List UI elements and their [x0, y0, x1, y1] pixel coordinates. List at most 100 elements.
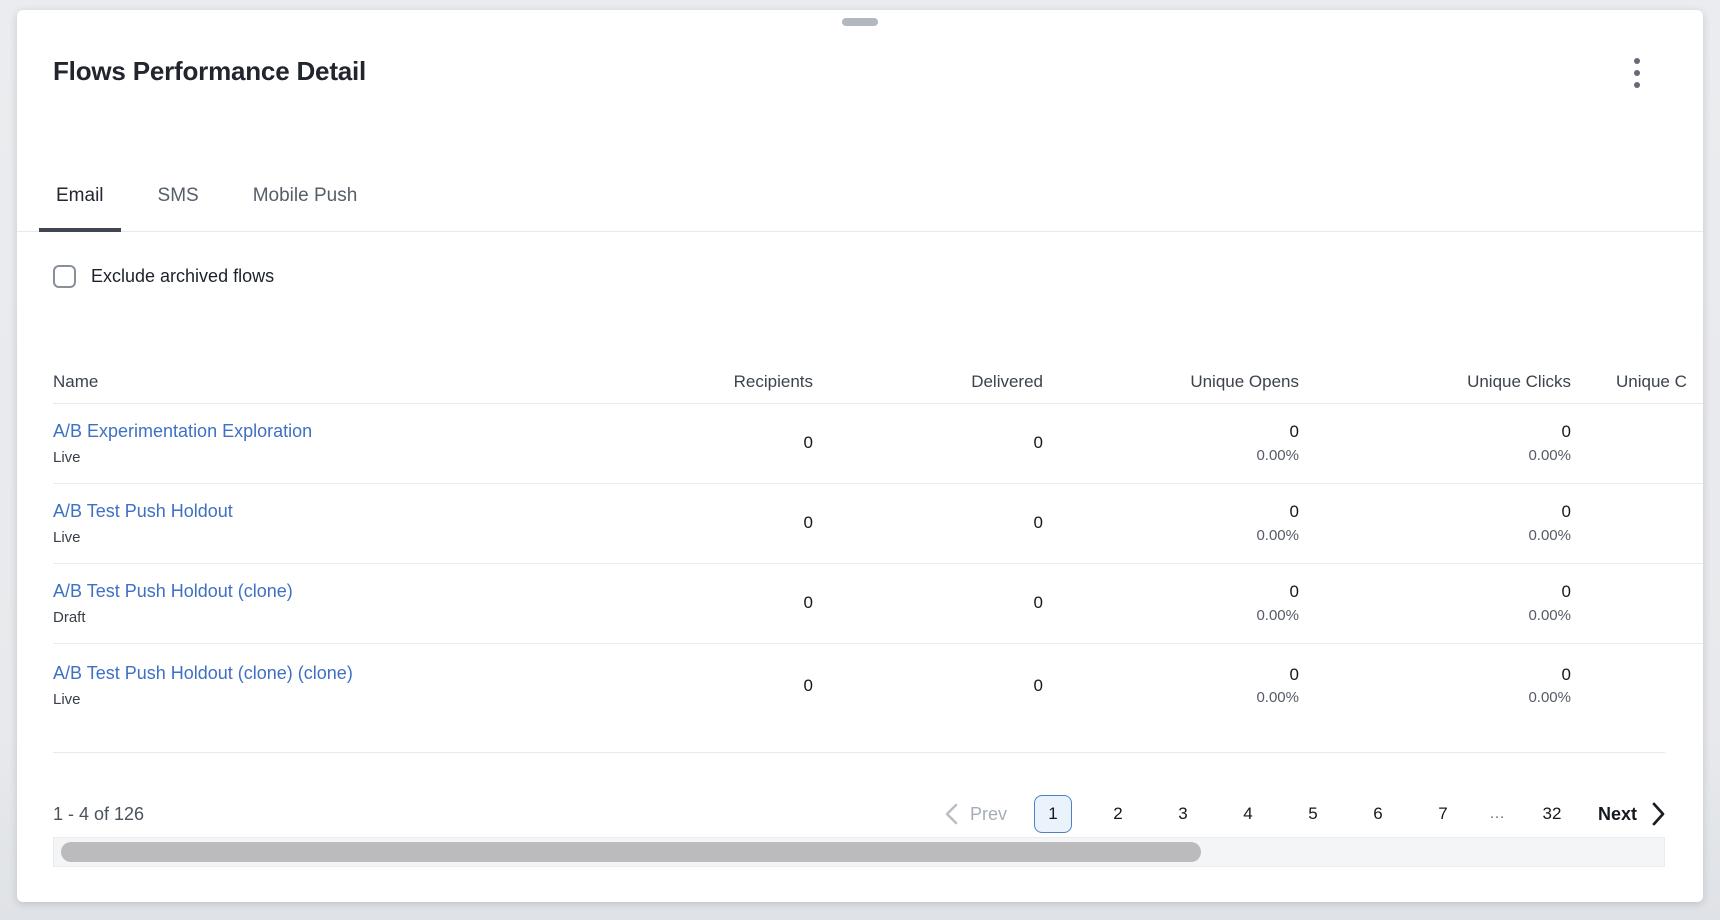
recipients-value: 0: [613, 431, 813, 456]
unique_opens-rate: 0.00%: [1043, 525, 1299, 547]
unique_clicks-value: 0: [1299, 580, 1571, 605]
chevron-left-icon: [945, 803, 958, 825]
table-row: A/B Test Push Holdout (clone)Draft0000.0…: [53, 564, 1703, 644]
recipients-cell: 0: [613, 644, 813, 728]
delivered-value: 0: [813, 431, 1043, 456]
unique_conversions-cell: [1571, 404, 1703, 483]
unique_clicks-value: 0: [1299, 663, 1571, 688]
pager-controls: Prev 1234567 … 32 Next: [945, 795, 1665, 833]
next-label: Next: [1598, 804, 1637, 825]
flow-status: Live: [53, 528, 613, 548]
delivered-cell: 0: [813, 644, 1043, 728]
flow-name-link[interactable]: A/B Test Push Holdout (clone) (clone): [53, 662, 353, 685]
page-ellipsis: …: [1489, 805, 1506, 823]
page-button-32[interactable]: 32: [1533, 795, 1571, 833]
page-button-4[interactable]: 4: [1229, 795, 1267, 833]
exclude-archived-checkbox[interactable]: [53, 265, 76, 288]
column-header-unique_conversions: Unique C: [1571, 360, 1703, 403]
flow-status: Draft: [53, 608, 613, 628]
unique_clicks-rate: 0.00%: [1299, 445, 1571, 467]
unique_clicks-cell: 00.00%: [1299, 404, 1571, 483]
column-header-name: Name: [53, 360, 613, 403]
channel-tabs: Email SMS Mobile Push: [17, 160, 1703, 232]
kebab-vertical-icon: [1634, 58, 1640, 64]
delivered-value: 0: [813, 511, 1043, 536]
unique_conversions-cell: [1571, 644, 1703, 728]
page-button-3[interactable]: 3: [1164, 795, 1202, 833]
exclude-archived-filter[interactable]: Exclude archived flows: [53, 260, 274, 292]
unique_clicks-rate: 0.00%: [1299, 605, 1571, 627]
unique_conversions-cell: [1571, 484, 1703, 563]
recipients-value: 0: [613, 674, 813, 699]
table-row: A/B Test Push HoldoutLive0000.00%00.00%: [53, 484, 1703, 564]
unique_clicks-cell: 00.00%: [1299, 644, 1571, 728]
table-row: A/B Test Push Holdout (clone) (clone) Liv…: [53, 644, 1703, 728]
delivered-value: 0: [813, 674, 1043, 699]
flow-name-cell: A/B Test Push Holdout (clone) (clone) Liv…: [53, 644, 613, 728]
recipients-cell: 0: [613, 484, 813, 563]
flow-status: Live: [53, 448, 613, 468]
horizontal-scrollbar-track[interactable]: [53, 837, 1665, 867]
flow-name-link[interactable]: A/B Test Push Holdout: [53, 500, 233, 523]
recipients-value: 0: [613, 511, 813, 536]
column-header-delivered: Delivered: [813, 360, 1043, 403]
page-number-list: 1234567 … 32: [1034, 795, 1571, 833]
column-header-unique_opens: Unique Opens: [1043, 360, 1299, 403]
tab-email[interactable]: Email: [39, 160, 121, 231]
flow-name-cell: A/B Experimentation Exploration Live: [53, 404, 613, 483]
unique_clicks-cell: 00.00%: [1299, 484, 1571, 563]
delivered-value: 0: [813, 591, 1043, 616]
unique_opens-rate: 0.00%: [1043, 687, 1299, 709]
page-button-1[interactable]: 1: [1034, 795, 1072, 833]
divider: [53, 752, 1665, 753]
flows-performance-card: Flows Performance Detail Email SMS Mobile …: [17, 10, 1703, 902]
recipients-cell: 0: [613, 404, 813, 483]
flow-name-cell: A/B Test Push Holdout Live: [53, 484, 613, 563]
tab-mobile-push[interactable]: Mobile Push: [236, 160, 375, 231]
page-button-5[interactable]: 5: [1294, 795, 1332, 833]
unique_opens-value: 0: [1043, 663, 1299, 688]
page-button-6[interactable]: 6: [1359, 795, 1397, 833]
delivered-cell: 0: [813, 564, 1043, 643]
table-row: A/B Experimentation ExplorationLive0000.…: [53, 404, 1703, 484]
next-page-button[interactable]: Next: [1598, 802, 1665, 826]
page-title: Flows Performance Detail: [53, 56, 366, 87]
flow-name-link[interactable]: A/B Test Push Holdout (clone): [53, 580, 293, 603]
unique_clicks-rate: 0.00%: [1299, 687, 1571, 709]
kebab-menu-button[interactable]: [1617, 50, 1657, 96]
column-header-unique_clicks: Unique Clicks: [1299, 360, 1571, 403]
unique_clicks-value: 0: [1299, 420, 1571, 445]
unique_opens-cell: 00.00%: [1043, 564, 1299, 643]
delivered-cell: 0: [813, 404, 1043, 483]
delivered-cell: 0: [813, 484, 1043, 563]
unique_opens-value: 0: [1043, 420, 1299, 445]
unique_opens-cell: 00.00%: [1043, 404, 1299, 483]
recipients-cell: 0: [613, 564, 813, 643]
kebab-vertical-icon: [1634, 82, 1640, 88]
page-button-2[interactable]: 2: [1099, 795, 1137, 833]
drag-handle[interactable]: [842, 18, 878, 26]
pagination-bar: 1 - 4 of 126 Prev 1234567 … 32 Next: [53, 785, 1665, 843]
page-button-7[interactable]: 7: [1424, 795, 1462, 833]
unique_opens-value: 0: [1043, 500, 1299, 525]
exclude-archived-label: Exclude archived flows: [91, 266, 274, 287]
flows-table: NameRecipientsDeliveredUnique OpensUniqu…: [53, 360, 1703, 728]
prev-label: Prev: [970, 804, 1007, 825]
recipients-value: 0: [613, 591, 813, 616]
prev-page-button[interactable]: Prev: [945, 803, 1007, 825]
page-range-summary: 1 - 4 of 126: [53, 804, 144, 825]
unique_conversions-cell: [1571, 564, 1703, 643]
horizontal-scrollbar-thumb[interactable]: [61, 842, 1201, 862]
flow-name-cell: A/B Test Push Holdout (clone) Draft: [53, 564, 613, 643]
unique_opens-rate: 0.00%: [1043, 445, 1299, 467]
kebab-vertical-icon: [1634, 70, 1640, 76]
tab-sms[interactable]: SMS: [141, 160, 216, 231]
unique_clicks-cell: 00.00%: [1299, 564, 1571, 643]
unique_opens-cell: 00.00%: [1043, 644, 1299, 728]
unique_opens-cell: 00.00%: [1043, 484, 1299, 563]
table-header-row: NameRecipientsDeliveredUnique OpensUniqu…: [53, 360, 1703, 404]
chevron-right-icon: [1651, 802, 1665, 826]
unique_opens-rate: 0.00%: [1043, 605, 1299, 627]
flow-status: Live: [53, 690, 613, 710]
flow-name-link[interactable]: A/B Experimentation Exploration: [53, 420, 312, 443]
